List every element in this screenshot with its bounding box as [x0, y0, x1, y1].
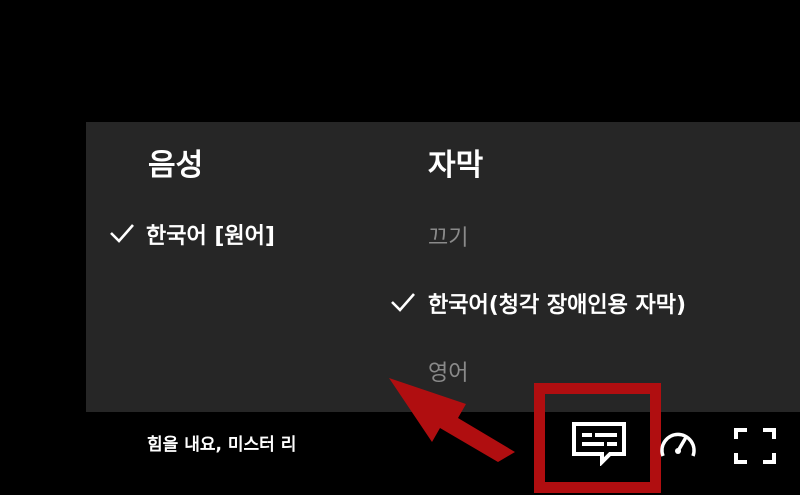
fullscreen-button[interactable]	[732, 426, 778, 466]
annotation-arrow	[389, 378, 515, 462]
subtitles-audio-icon	[572, 422, 626, 466]
episode-title: 힘을 내요, 미스터 리	[147, 435, 297, 455]
playback-speed-button[interactable]	[656, 424, 700, 464]
fullscreen-icon	[734, 428, 776, 464]
playback-speed-icon	[660, 432, 696, 457]
subtitles-audio-button[interactable]	[568, 418, 630, 468]
